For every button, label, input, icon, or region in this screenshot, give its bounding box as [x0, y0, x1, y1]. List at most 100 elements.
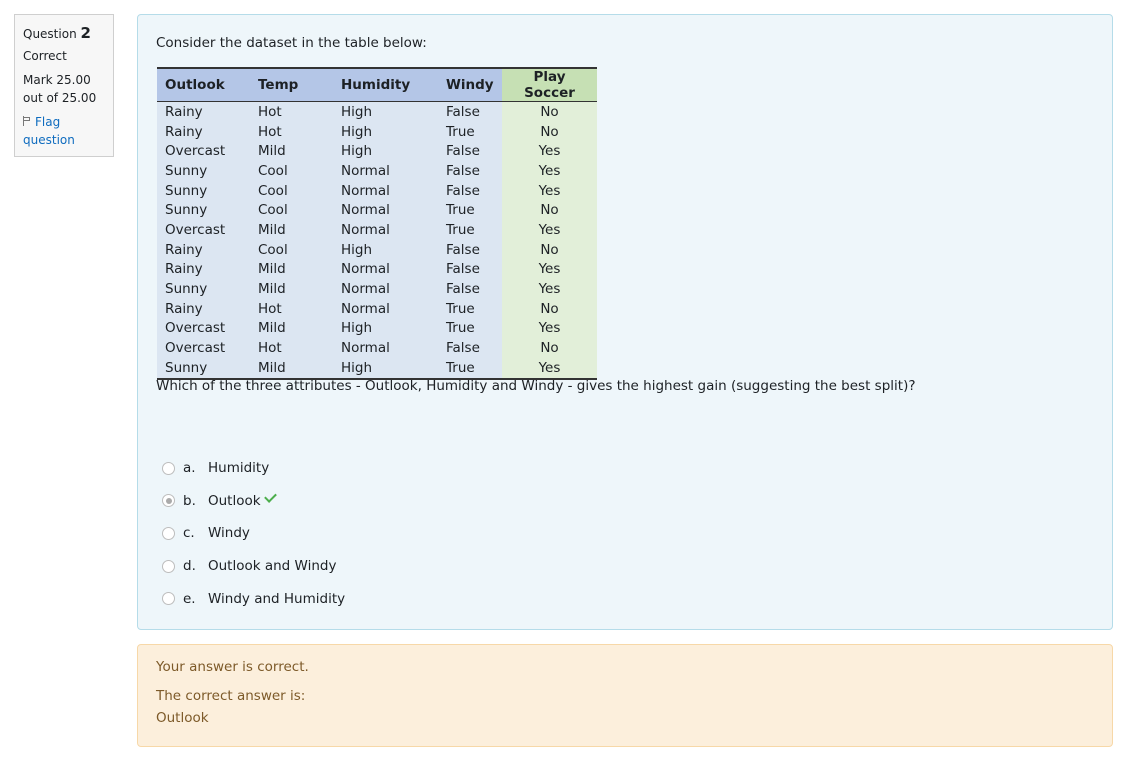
table-cell: Cool: [250, 161, 333, 181]
radio-button[interactable]: [162, 461, 175, 475]
table-cell: No: [502, 121, 597, 142]
table-row: Sunny Cool Normal False Yes: [157, 180, 597, 201]
table-row: Rainy Hot Normal True No: [157, 298, 597, 319]
table-cell: Sunny: [157, 161, 250, 181]
answer-option-a[interactable]: a. Humidity: [162, 452, 345, 485]
question-outcome: Your answer is correct. The correct answ…: [137, 644, 1113, 747]
table-cell: False: [438, 101, 502, 122]
radio-button[interactable]: [162, 592, 175, 606]
table-cell: High: [333, 141, 438, 162]
table-cell: True: [438, 318, 502, 339]
table-cell: Yes: [502, 279, 597, 299]
correct-answer-label: The correct answer is:: [156, 688, 306, 704]
table-header-row: Outlook Temp Humidity Windy Play Soccer: [157, 68, 597, 102]
question-number: Question 2: [23, 24, 105, 43]
radio-button[interactable]: [162, 526, 175, 540]
table-cell: Rainy: [157, 259, 250, 280]
table-cell: True: [438, 220, 502, 240]
table-cell: False: [438, 338, 502, 358]
question-number-value: 2: [80, 24, 91, 42]
option-text: Humidity: [208, 460, 270, 477]
table-cell: Normal: [333, 298, 438, 319]
table-cell: High: [333, 318, 438, 339]
table-cell: Normal: [333, 200, 438, 221]
radio-button[interactable]: [162, 559, 175, 573]
option-letter: c.: [183, 525, 195, 542]
table-cell: Mild: [250, 279, 333, 299]
table-cell: No: [502, 101, 597, 122]
table-cell: Hot: [250, 101, 333, 122]
table-row: Sunny Cool Normal False Yes: [157, 161, 597, 181]
table-cell: Mild: [250, 259, 333, 280]
table-cell: Yes: [502, 220, 597, 240]
question-state: Correct: [23, 49, 67, 63]
question-prompt: Which of the three attributes - Outlook,…: [156, 378, 916, 394]
table-cell: Sunny: [157, 200, 250, 221]
table-cell: Yes: [502, 318, 597, 339]
table-cell: Mild: [250, 141, 333, 162]
table-row: Overcast Mild High True Yes: [157, 318, 597, 339]
table-cell: True: [438, 298, 502, 319]
table-cell: Mild: [250, 220, 333, 240]
table-row: Overcast Mild Normal True Yes: [157, 220, 597, 240]
radio-button[interactable]: [162, 494, 175, 508]
table-cell: False: [438, 180, 502, 201]
column-header: Outlook: [157, 68, 250, 102]
table-cell: Yes: [502, 357, 597, 379]
answer-option-b[interactable]: b. Outlook: [162, 485, 345, 518]
table-cell: Overcast: [157, 141, 250, 162]
table-cell: Rainy: [157, 298, 250, 319]
table-row: Overcast Mild High False Yes: [157, 141, 597, 162]
answer-option-d[interactable]: d. Outlook and Windy: [162, 550, 345, 583]
table-cell: Normal: [333, 338, 438, 358]
table-cell: Normal: [333, 161, 438, 181]
table-row: Sunny Mild Normal False Yes: [157, 279, 597, 299]
table-cell: False: [438, 161, 502, 181]
table-cell: True: [438, 357, 502, 379]
table-cell: Cool: [250, 239, 333, 260]
correct-check-icon: [263, 490, 277, 504]
table-row: Rainy Mild Normal False Yes: [157, 259, 597, 280]
option-letter: a.: [183, 460, 196, 477]
flag-question-link[interactable]: Flag question: [23, 113, 105, 149]
question-label: Question: [23, 27, 77, 41]
table-cell: High: [333, 239, 438, 260]
table-cell: True: [438, 200, 502, 221]
table-cell: No: [502, 239, 597, 260]
table-cell: Overcast: [157, 338, 250, 358]
dataset-table: Outlook Temp Humidity Windy Play Soccer …: [157, 67, 597, 380]
table-cell: Mild: [250, 357, 333, 379]
option-letter: b.: [183, 492, 196, 509]
table-row: Rainy Hot High False No: [157, 101, 597, 122]
table-cell: Hot: [250, 298, 333, 319]
answer-option-c[interactable]: c. Windy: [162, 517, 345, 550]
table-row: Rainy Hot High True No: [157, 121, 597, 142]
option-text: Windy: [208, 525, 250, 542]
table-cell: Yes: [502, 259, 597, 280]
table-cell: Sunny: [157, 279, 250, 299]
answer-options: a. Humidity b. Outlook c. Windy d. Outlo…: [162, 452, 345, 615]
table-cell: Rainy: [157, 101, 250, 122]
table-cell: False: [438, 279, 502, 299]
table-cell: High: [333, 101, 438, 122]
table-cell: High: [333, 121, 438, 142]
table-cell: Yes: [502, 180, 597, 201]
column-header: Windy: [438, 68, 502, 102]
column-header: Temp: [250, 68, 333, 102]
answer-option-e[interactable]: e. Windy and Humidity: [162, 582, 345, 615]
table-cell: Cool: [250, 200, 333, 221]
table-cell: True: [438, 121, 502, 142]
table-cell: Hot: [250, 121, 333, 142]
table-cell: Normal: [333, 259, 438, 280]
table-row: Sunny Mild High True Yes: [157, 357, 597, 379]
table-cell: Sunny: [157, 357, 250, 379]
table-cell: No: [502, 338, 597, 358]
column-header: Play Soccer: [502, 68, 597, 102]
table-cell: High: [333, 357, 438, 379]
table-cell: Cool: [250, 180, 333, 201]
question-grade: Mark 25.00 out of 25.00: [23, 73, 97, 105]
table-cell: Yes: [502, 161, 597, 181]
option-letter: e.: [183, 590, 196, 607]
table-cell: False: [438, 141, 502, 162]
table-row: Rainy Cool High False No: [157, 239, 597, 260]
